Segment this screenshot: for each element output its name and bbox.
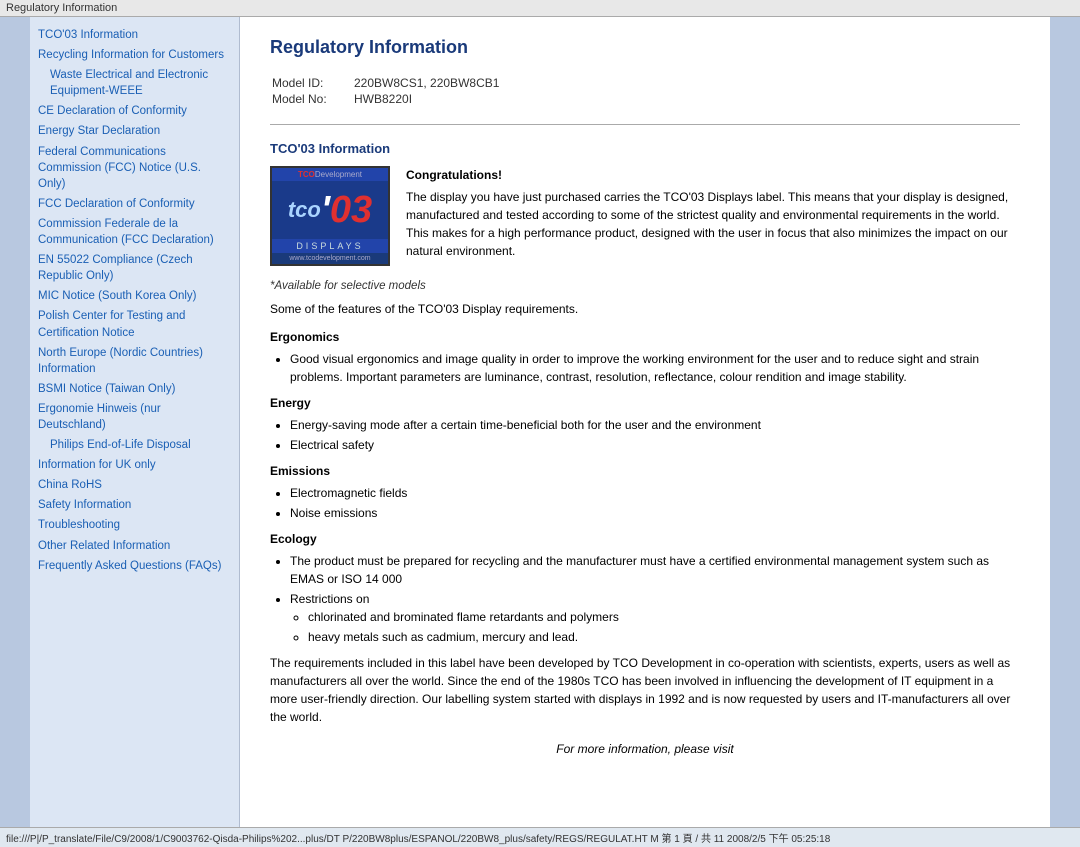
ergonomics-list: Good visual ergonomics and image quality…	[270, 350, 1020, 386]
ergonomics-title: Ergonomics	[270, 330, 1020, 344]
sidebar: TCO'03 Information Recycling Information…	[30, 17, 240, 827]
emissions-title: Emissions	[270, 464, 1020, 478]
sidebar-item-weee[interactable]: Waste Electrical and Electronic Equipmen…	[38, 67, 231, 99]
sidebar-item-energy-star[interactable]: Energy Star Declaration	[38, 123, 231, 139]
sidebar-item-bsmi[interactable]: BSMI Notice (Taiwan Only)	[38, 381, 231, 397]
page-title: Regulatory Information	[270, 37, 1020, 58]
sidebar-item-philips-disposal[interactable]: Philips End-of-Life Disposal	[38, 437, 231, 453]
sidebar-item-fcc-conformity[interactable]: FCC Declaration of Conformity	[38, 196, 231, 212]
title-bar: Regulatory Information	[0, 0, 1080, 17]
sidebar-item-mic[interactable]: MIC Notice (South Korea Only)	[38, 288, 231, 304]
energy-list: Energy-saving mode after a certain time-…	[270, 416, 1020, 454]
energy-title: Energy	[270, 396, 1020, 410]
ecology-title: Ecology	[270, 532, 1020, 546]
ecology-list: The product must be prepared for recycli…	[270, 552, 1020, 646]
sidebar-item-fcc[interactable]: Federal Communications Commission (FCC) …	[38, 144, 231, 192]
ecology-sub-item-1: chlorinated and brominated flame retarda…	[308, 608, 1020, 626]
congratulations-title: Congratulations!	[406, 166, 1020, 184]
some-features: Some of the features of the TCO'03 Displ…	[270, 302, 1020, 316]
title-bar-text: Regulatory Information	[6, 2, 117, 14]
tco-logo-displays: DISPLAYS	[272, 239, 388, 253]
model-id-label: Model ID:	[272, 76, 352, 90]
sidebar-item-other[interactable]: Other Related Information	[38, 538, 231, 554]
tco-info-box: TCODevelopment tco ' 03 DISPLAYS www.tco…	[270, 166, 1020, 266]
model-no-value: HWB8220I	[354, 92, 499, 106]
tco-description: Congratulations! The display you have ju…	[406, 166, 1020, 266]
left-decorative-panel	[0, 17, 30, 827]
tco-logo-url: www.tcodevelopment.com	[272, 253, 388, 264]
status-bar: file:///P|/P_translate/File/C9/2008/1/C9…	[0, 827, 1080, 847]
emissions-item-2: Noise emissions	[290, 504, 1020, 522]
footer-note: For more information, please visit	[270, 742, 1020, 756]
energy-item-1: Energy-saving mode after a certain time-…	[290, 416, 1020, 434]
sidebar-item-commission[interactable]: Commission Federale de la Communication …	[38, 216, 231, 248]
sidebar-item-tco03[interactable]: TCO'03 Information	[38, 27, 231, 43]
sidebar-item-ce[interactable]: CE Declaration of Conformity	[38, 103, 231, 119]
sidebar-item-troubleshooting[interactable]: Troubleshooting	[38, 517, 231, 533]
tco-section-title: TCO'03 Information	[270, 141, 1020, 156]
sidebar-item-uk[interactable]: Information for UK only	[38, 457, 231, 473]
sidebar-item-en55022[interactable]: EN 55022 Compliance (Czech Republic Only…	[38, 252, 231, 284]
divider	[270, 124, 1020, 125]
model-info-table: Model ID: 220BW8CS1, 220BW8CB1 Model No:…	[270, 74, 501, 108]
ecology-item-1: The product must be prepared for recycli…	[290, 552, 1020, 588]
sidebar-item-china-rohs[interactable]: China RoHS	[38, 477, 231, 493]
main-content: Regulatory Information Model ID: 220BW8C…	[240, 17, 1050, 827]
sidebar-item-faqs[interactable]: Frequently Asked Questions (FAQs)	[38, 558, 231, 574]
tco-logo: TCODevelopment tco ' 03 DISPLAYS www.tco…	[270, 166, 390, 266]
emissions-list: Electromagnetic fields Noise emissions	[270, 484, 1020, 522]
energy-item-2: Electrical safety	[290, 436, 1020, 454]
sidebar-item-safety[interactable]: Safety Information	[38, 497, 231, 513]
sidebar-item-nordic[interactable]: North Europe (Nordic Countries) Informat…	[38, 345, 231, 377]
congratulations-body: The display you have just purchased carr…	[406, 190, 1008, 258]
ergonomics-item-1: Good visual ergonomics and image quality…	[290, 350, 1020, 386]
tco-logo-top-text: TCODevelopment	[272, 168, 388, 181]
ecology-item-2: Restrictions on chlorinated and brominat…	[290, 590, 1020, 646]
available-note: *Available for selective models	[270, 280, 1020, 292]
right-decorative-panel	[1050, 17, 1080, 827]
sidebar-item-ergonomie[interactable]: Ergonomie Hinweis (nur Deutschland)	[38, 401, 231, 433]
emissions-item-1: Electromagnetic fields	[290, 484, 1020, 502]
sidebar-item-polish[interactable]: Polish Center for Testing and Certificat…	[38, 308, 231, 340]
ecology-sub-list: chlorinated and brominated flame retarda…	[290, 608, 1020, 646]
model-id-value: 220BW8CS1, 220BW8CB1	[354, 76, 499, 90]
sidebar-item-recycling[interactable]: Recycling Information for Customers	[38, 47, 231, 63]
model-no-label: Model No:	[272, 92, 352, 106]
status-bar-text: file:///P|/P_translate/File/C9/2008/1/C9…	[6, 834, 830, 845]
ecology-sub-item-2: heavy metals such as cadmium, mercury an…	[308, 628, 1020, 646]
tco-paragraph: The requirements included in this label …	[270, 654, 1020, 726]
